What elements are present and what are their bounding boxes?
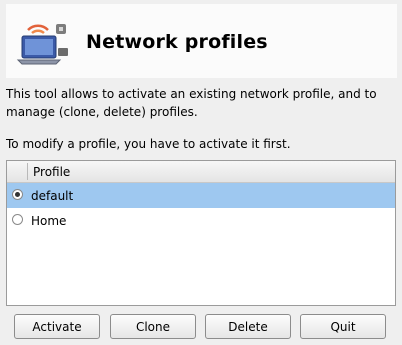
radio-dot (15, 192, 20, 197)
note-text: To modify a profile, you have to activat… (6, 137, 291, 151)
column-separator (27, 163, 28, 180)
column-header-profile[interactable]: Profile (33, 165, 70, 179)
list-item-default[interactable]: default (7, 183, 395, 208)
activate-button[interactable]: Activate (14, 314, 100, 339)
button-bar: Activate Clone Delete Quit (14, 314, 386, 339)
delete-button[interactable]: Delete (205, 314, 291, 339)
list-item-label: Home (31, 214, 67, 228)
list-item-label: default (31, 189, 74, 203)
list-header: Profile (7, 161, 395, 183)
header-banner: Network profiles (6, 4, 397, 78)
radio-button[interactable] (12, 189, 23, 200)
page-title: Network profiles (86, 31, 268, 53)
description-text: This tool allows to activate an existing… (6, 87, 377, 119)
list-item-home[interactable]: Home (7, 208, 395, 233)
quit-button[interactable]: Quit (300, 314, 386, 339)
network-profile-icon (16, 24, 68, 65)
radio-button[interactable] (12, 214, 23, 225)
profile-list[interactable]: Profile default Home (6, 160, 396, 306)
clone-button[interactable]: Clone (110, 314, 196, 339)
